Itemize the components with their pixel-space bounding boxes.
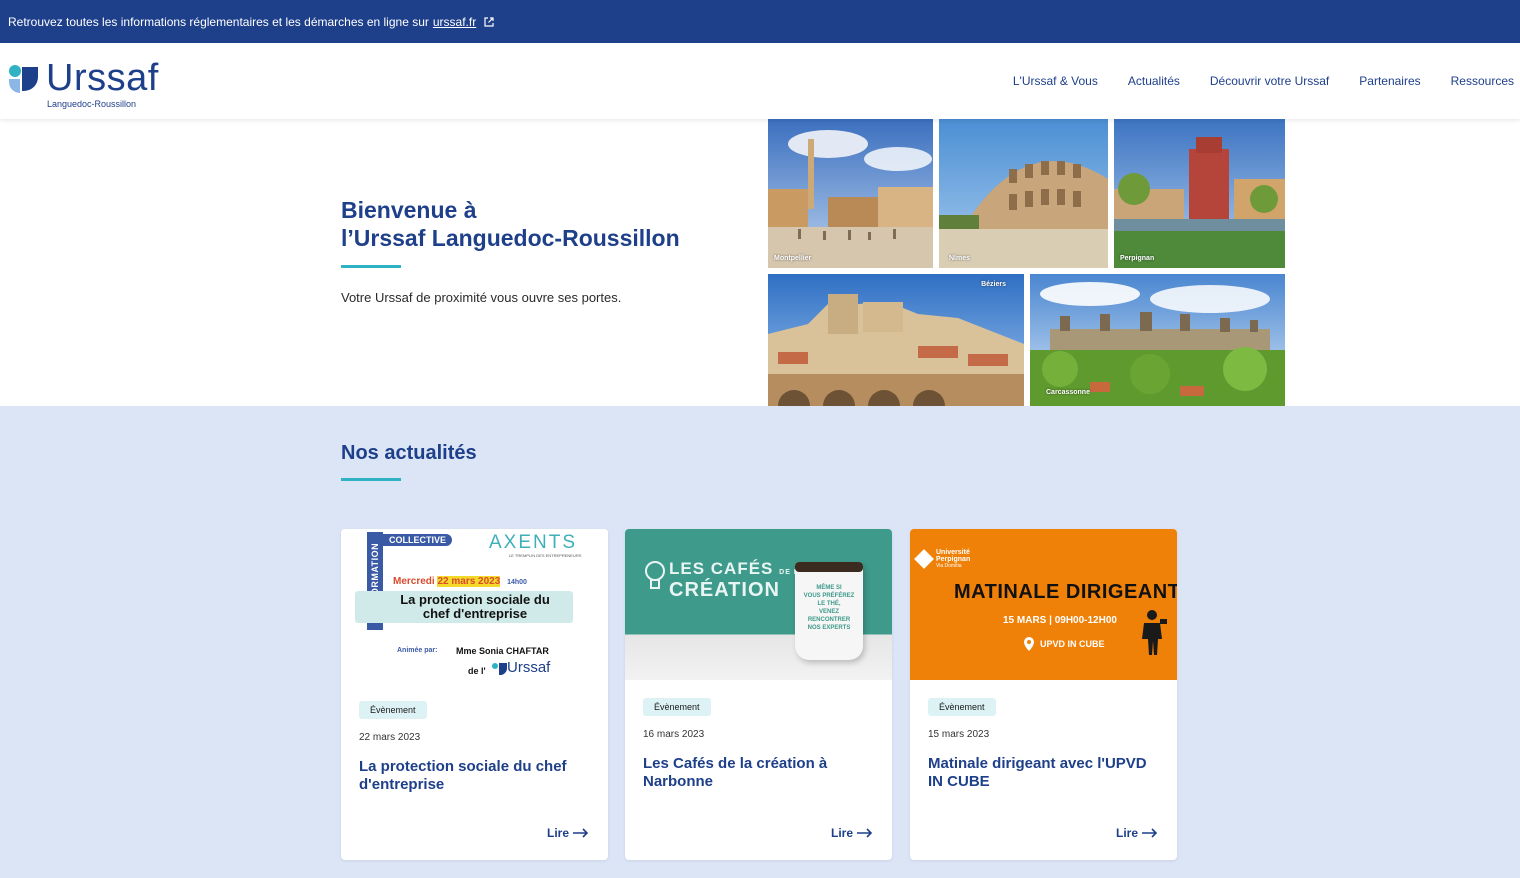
businessman-figure [1142, 610, 1167, 655]
location-pin-icon [1024, 637, 1034, 651]
card-date: 16 mars 2023 [643, 729, 705, 740]
university-name: Université Perpignan Via Domitia [936, 549, 970, 570]
poster-when-time: 14h00 [507, 579, 527, 586]
city-caption-carcassonne: Carcassonne [1046, 389, 1090, 396]
top-info-text: Retrouvez toutes les informations réglem… [8, 14, 429, 29]
news-card-cafes-creation[interactable]: LES CAFÉS DE LA CRÉATION MÊME SI VOUS PR… [625, 529, 892, 860]
card-title[interactable]: Les Cafés de la création à Narbonne [643, 755, 878, 791]
poster-host-name: Mme Sonia CHAFTAR [456, 646, 549, 656]
logo-region: Languedoc-Roussillon [47, 99, 137, 109]
event-badge: Évènement [359, 701, 427, 719]
nav-item-decouvrir[interactable]: Découvrir votre Urssaf [1210, 74, 1329, 88]
card-image-protection-sociale: INFORMATION COLLECTIVE AXENTS LE TREMPLI… [341, 529, 608, 696]
news-card-matinale-dirigeant[interactable]: Université Perpignan Via Domitia MATINAL… [910, 529, 1177, 860]
nav-item-urssaf-vous[interactable]: L'Urssaf & Vous [1013, 74, 1098, 88]
cup-line: NOS EXPERTS [807, 625, 851, 631]
university-name-line: Perpignan [936, 556, 971, 563]
logo-wordmark: Urssaf [46, 57, 159, 99]
news-title-underline [341, 478, 401, 481]
poster-when: Mercredi 22 mars 2023 14h00 [393, 576, 527, 587]
poster-host-label: Animée par: [397, 647, 438, 654]
card-image-matinale-dirigeant: Université Perpignan Via Domitia MATINAL… [910, 529, 1177, 680]
read-more-label: Lire [1115, 826, 1138, 840]
hero-title-line-2: l’Urssaf Languedoc-Roussillon [341, 225, 680, 251]
coffee-cup-text: MÊME SI VOUS PRÉFÉREZ LE THÉ, VENEZ RENC… [795, 584, 863, 632]
poster-host-of: de l' [468, 666, 486, 676]
coffee-cup: MÊME SI VOUS PRÉFÉREZ LE THÉ, VENEZ RENC… [795, 562, 863, 660]
read-more-link[interactable]: Lire [547, 826, 589, 840]
card-title[interactable]: La protection sociale du chef d'entrepri… [359, 758, 594, 794]
arrow-right-icon [573, 828, 589, 838]
card-date: 15 mars 2023 [928, 729, 990, 740]
main-nav: L'Urssaf & Vous Actualités Découvrir vot… [983, 43, 1514, 119]
city-caption-nimes: Nîmes [949, 255, 971, 262]
city-photo-beziers: Béziers [768, 274, 1024, 406]
city-photo-nimes: Nîmes [939, 119, 1108, 268]
cup-line: VOUS PRÉFÉREZ [803, 593, 855, 599]
news-card-protection-sociale[interactable]: INFORMATION COLLECTIVE AXENTS LE TREMPLI… [341, 529, 608, 860]
poster-when-day: Mercredi [393, 576, 435, 587]
poster-headline: La protection sociale du chef d'entrepri… [355, 593, 595, 621]
poster-headline-line-2: chef d'entreprise [422, 606, 528, 621]
city-photo-carcassonne: Carcassonne [1030, 274, 1285, 406]
poster-matinale-where: UPVD IN CUBE [1040, 639, 1105, 649]
read-more-label: Lire [830, 826, 853, 840]
city-caption-perpignan: Perpignan [1120, 255, 1155, 262]
hero-title: Bienvenue à l’Urssaf Languedoc-Roussillo… [341, 196, 680, 252]
read-more-link[interactable]: Lire [1116, 826, 1158, 840]
poster-urssaf-icon [492, 663, 507, 676]
cup-line: VENEZ [818, 609, 839, 615]
poster-matinale-when: 15 MARS | 09H00-12H00 [1003, 615, 1117, 626]
urssaf-logo[interactable]: Urssaf Languedoc-Roussillon [8, 57, 159, 109]
poster-cafes-line-1-main: LES CAFÉS [669, 559, 774, 578]
poster-host-org: Urssaf [507, 659, 551, 676]
cup-line: MÊME SI [816, 585, 842, 591]
hero-title-line-1: Bienvenue à [341, 197, 477, 223]
nav-item-ressources[interactable]: Ressources [1451, 74, 1514, 88]
lightbulb-icon [645, 561, 665, 589]
arrow-right-icon [1142, 828, 1158, 838]
urssaf-link[interactable]: urssaf.fr [433, 15, 476, 29]
city-photo-perpignan: Perpignan [1114, 119, 1285, 268]
urssaf-logo-icon [9, 65, 38, 93]
news-section: Nos actualités INFORMATION COLLECTIVE AX… [0, 406, 1520, 878]
university-name-line: Université [936, 549, 970, 556]
city-photo-montpellier: Montpellier [768, 119, 933, 268]
university-logo-icon [914, 549, 934, 569]
hero-subtitle: Votre Urssaf de proximité vous ouvre ses… [341, 290, 622, 305]
poster-cafes-line-1: LES CAFÉS DE LA [669, 559, 805, 579]
poster-brand: AXENTS [489, 532, 578, 553]
poster-cafes-line-2: CRÉATION [669, 579, 780, 601]
poster-headline-line-1: La protection sociale du [400, 592, 550, 607]
external-link-icon[interactable] [484, 16, 494, 27]
poster-tag: COLLECTIVE [383, 534, 453, 546]
card-title[interactable]: Matinale dirigeant avec l'UPVD IN CUBE [928, 755, 1163, 791]
card-image-cafes-creation: LES CAFÉS DE LA CRÉATION MÊME SI VOUS PR… [625, 529, 892, 680]
city-caption-montpellier: Montpellier [774, 255, 812, 262]
card-date: 22 mars 2023 [359, 732, 421, 743]
nav-item-partenaires[interactable]: Partenaires [1359, 74, 1420, 88]
poster-when-date: 22 mars 2023 [437, 576, 501, 587]
top-info-bar: Retrouvez toutes les informations réglem… [0, 0, 1520, 43]
poster-brand-sub: LE TREMPLIN DES ENTREPRENEURS [509, 553, 582, 558]
site-header: Urssaf Languedoc-Roussillon L'Urssaf & V… [0, 43, 1520, 119]
coffee-cup-top [795, 562, 863, 572]
arrow-right-icon [857, 828, 873, 838]
city-caption-beziers: Béziers [981, 281, 1006, 288]
read-more-link[interactable]: Lire [831, 826, 873, 840]
university-name-line: Via Domitia [936, 563, 962, 569]
poster-matinale-headline: MATINALE DIRIGEANT [954, 581, 1177, 603]
news-title: Nos actualités [341, 442, 477, 464]
event-badge: Évènement [643, 698, 711, 716]
nav-item-actualites[interactable]: Actualités [1128, 74, 1180, 88]
hero-section: Bienvenue à l’Urssaf Languedoc-Roussillo… [0, 119, 1520, 406]
read-more-label: Lire [546, 826, 569, 840]
cup-line: RENCONTRER [807, 617, 851, 623]
event-badge: Évènement [928, 698, 996, 716]
hero-title-underline [341, 265, 401, 268]
cup-line: LE THÉ, [817, 601, 841, 607]
